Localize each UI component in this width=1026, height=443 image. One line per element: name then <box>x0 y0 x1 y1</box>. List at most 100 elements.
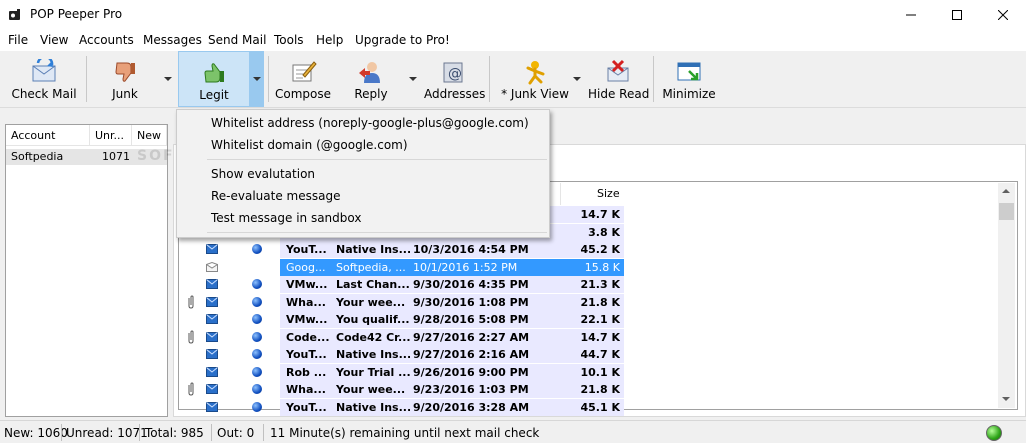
message-row[interactable]: VMw... You qualif... 9/28/2016 5:08 PM 22.1… <box>180 311 624 328</box>
message-date: 9/27/2016 2:27 AM <box>413 330 530 344</box>
message-row[interactable]: Code... Code42 Cr... 9/27/2016 2:27 AM 14.7… <box>180 328 624 346</box>
unread-dot-icon <box>252 331 262 342</box>
message-row[interactable]: YouT... Native Ins... 10/3/2016 4:54 PM 45.… <box>180 241 624 258</box>
reply-dropdown-arrow[interactable] <box>406 51 420 107</box>
message-size: 21.8 K <box>580 383 621 396</box>
unread-dot-icon <box>252 244 262 254</box>
message-row[interactable]: Wha... Your wee... 9/30/2016 1:08 PM 21.8 K <box>180 293 624 311</box>
unread-envelope-icon <box>206 296 218 307</box>
hide-read-button[interactable]: Hide Read <box>588 51 649 107</box>
message-size: 45.2 K <box>580 243 621 256</box>
message-row[interactable]: YouT... Native Ins... 9/20/2016 3:28 AM 45.… <box>180 398 624 416</box>
minimize-window-button[interactable] <box>888 0 934 30</box>
menu-file[interactable]: File <box>8 33 28 47</box>
message-row[interactable]: YouT... Native Ins... 9/27/2016 2:16 AM 44.… <box>180 346 624 363</box>
message-subject: Your Trial ... <box>336 365 410 379</box>
menu-item-whitelist-address[interactable]: Whitelist address (noreply-google-plus@g… <box>211 116 529 130</box>
menu-upgrade[interactable]: Upgrade to Pro! <box>355 33 450 47</box>
status-new-count: New: 1060 <box>4 426 68 440</box>
message-date: 10/1/2016 1:52 PM <box>413 260 518 274</box>
menu-item-whitelist-domain[interactable]: Whitelist domain (@google.com) <box>211 138 408 152</box>
unread-envelope-icon <box>206 314 218 324</box>
message-size: 21.8 K <box>580 295 621 309</box>
message-size: 14.7 K <box>580 330 621 344</box>
menu-bar: File View Accounts Messages Send Mail To… <box>0 30 1026 51</box>
status-separator <box>263 424 264 441</box>
message-size: 15.8 K <box>584 260 620 274</box>
unread-dot-icon <box>252 401 262 412</box>
read-envelope-icon <box>206 261 218 272</box>
hide-read-icon <box>607 59 629 82</box>
message-subject: Native Ins... <box>336 400 410 414</box>
unread-envelope-icon <box>206 244 218 254</box>
check-mail-button[interactable]: Check Mail <box>4 51 84 107</box>
maximize-icon <box>952 10 962 20</box>
connection-status-light-icon[interactable] <box>986 425 1002 441</box>
message-from: YouT... <box>286 348 327 361</box>
menu-accounts[interactable]: Accounts <box>79 33 134 47</box>
unread-envelope-icon <box>206 366 218 377</box>
scroll-down-arrow[interactable] <box>998 391 1015 408</box>
minimize-app-button[interactable]: Minimize <box>660 51 718 107</box>
compose-button[interactable]: Compose <box>274 51 332 107</box>
check-mail-icon <box>32 59 56 82</box>
message-subject: Last Chan... <box>336 278 410 291</box>
column-header-size[interactable]: Size <box>560 183 624 205</box>
paperclip-icon <box>188 329 194 344</box>
junk-view-button[interactable]: * Junk View <box>500 51 570 107</box>
junk-view-dropdown-arrow[interactable] <box>570 51 584 107</box>
account-unread-count: 1071 <box>102 150 130 163</box>
scroll-up-arrow[interactable] <box>998 183 1015 200</box>
reply-button[interactable]: Reply <box>344 51 398 107</box>
message-subject: Native Ins... <box>336 243 410 256</box>
column-header-account[interactable]: Account <box>6 125 90 146</box>
legit-dropdown-menu: Whitelist address (noreply-google-plus@g… <box>176 109 550 238</box>
accounts-list[interactable]: Account Unr... New Softpedia 1071 <box>5 124 168 417</box>
message-from: VMw... <box>286 278 328 291</box>
menu-separator <box>207 232 547 233</box>
toolbar-separator <box>86 56 87 102</box>
menu-messages[interactable]: Messages <box>143 33 202 47</box>
junk-view-icon <box>526 61 545 85</box>
status-next-check: 11 Minute(s) remaining until next mail c… <box>270 426 540 440</box>
message-size: 10.1 K <box>580 365 621 379</box>
legit-dropdown-arrow[interactable] <box>250 51 264 107</box>
unread-envelope-icon <box>206 401 218 412</box>
menu-item-show-evaluation[interactable]: Show evalutation <box>211 167 315 181</box>
menu-tools[interactable]: Tools <box>274 33 304 47</box>
toolbar-separator <box>268 56 269 102</box>
close-window-button[interactable] <box>980 0 1026 30</box>
menu-item-re-evaluate[interactable]: Re-evaluate message <box>211 189 340 203</box>
thumbs-down-icon <box>115 62 135 82</box>
status-total-count: Total: 985 <box>145 426 204 440</box>
message-from: Wha... <box>286 383 326 396</box>
status-separator <box>61 424 62 441</box>
maximize-window-button[interactable] <box>934 0 980 30</box>
menu-send-mail[interactable]: Send Mail <box>208 33 266 47</box>
junk-dropdown-arrow[interactable] <box>161 51 175 107</box>
legit-button[interactable]: Legit <box>178 51 250 107</box>
message-row[interactable]: Rob ... Your Trial ... 9/26/2016 9:00 PM 10… <box>180 363 624 381</box>
column-header-new[interactable]: New <box>132 125 167 146</box>
message-row[interactable]: VMw... Last Chan... 9/30/2016 4:35 PM 21.3 … <box>180 276 624 293</box>
menu-help[interactable]: Help <box>316 33 343 47</box>
toolbar-separator <box>489 56 490 102</box>
junk-button[interactable]: Junk <box>94 51 156 107</box>
pop-peeper-app-icon <box>9 9 20 20</box>
message-list-scrollbar[interactable] <box>998 183 1015 408</box>
check-mail-label: Check Mail <box>11 87 77 101</box>
message-size: 14.7 K <box>580 208 621 221</box>
column-header-unread[interactable]: Unr... <box>90 125 132 146</box>
message-row[interactable]: Wha... Your wee... 9/23/2016 1:03 PM 21.8 K <box>180 381 624 398</box>
status-out-count: Out: 0 <box>217 426 255 440</box>
svg-text:@: @ <box>448 66 462 82</box>
message-row[interactable]: Goog... Softpedia, ... 10/1/2016 1:52 PM 15… <box>180 258 624 276</box>
scroll-thumb[interactable] <box>999 203 1014 220</box>
message-size: 45.1 K <box>580 400 621 414</box>
menu-view[interactable]: View <box>40 33 68 47</box>
addresses-button[interactable]: @ Addresses <box>424 51 485 107</box>
reply-label: Reply <box>354 87 388 101</box>
message-subject: Your wee... <box>336 295 406 309</box>
menu-item-test-sandbox[interactable]: Test message in sandbox <box>211 211 361 225</box>
message-date: 9/28/2016 5:08 PM <box>413 313 529 326</box>
